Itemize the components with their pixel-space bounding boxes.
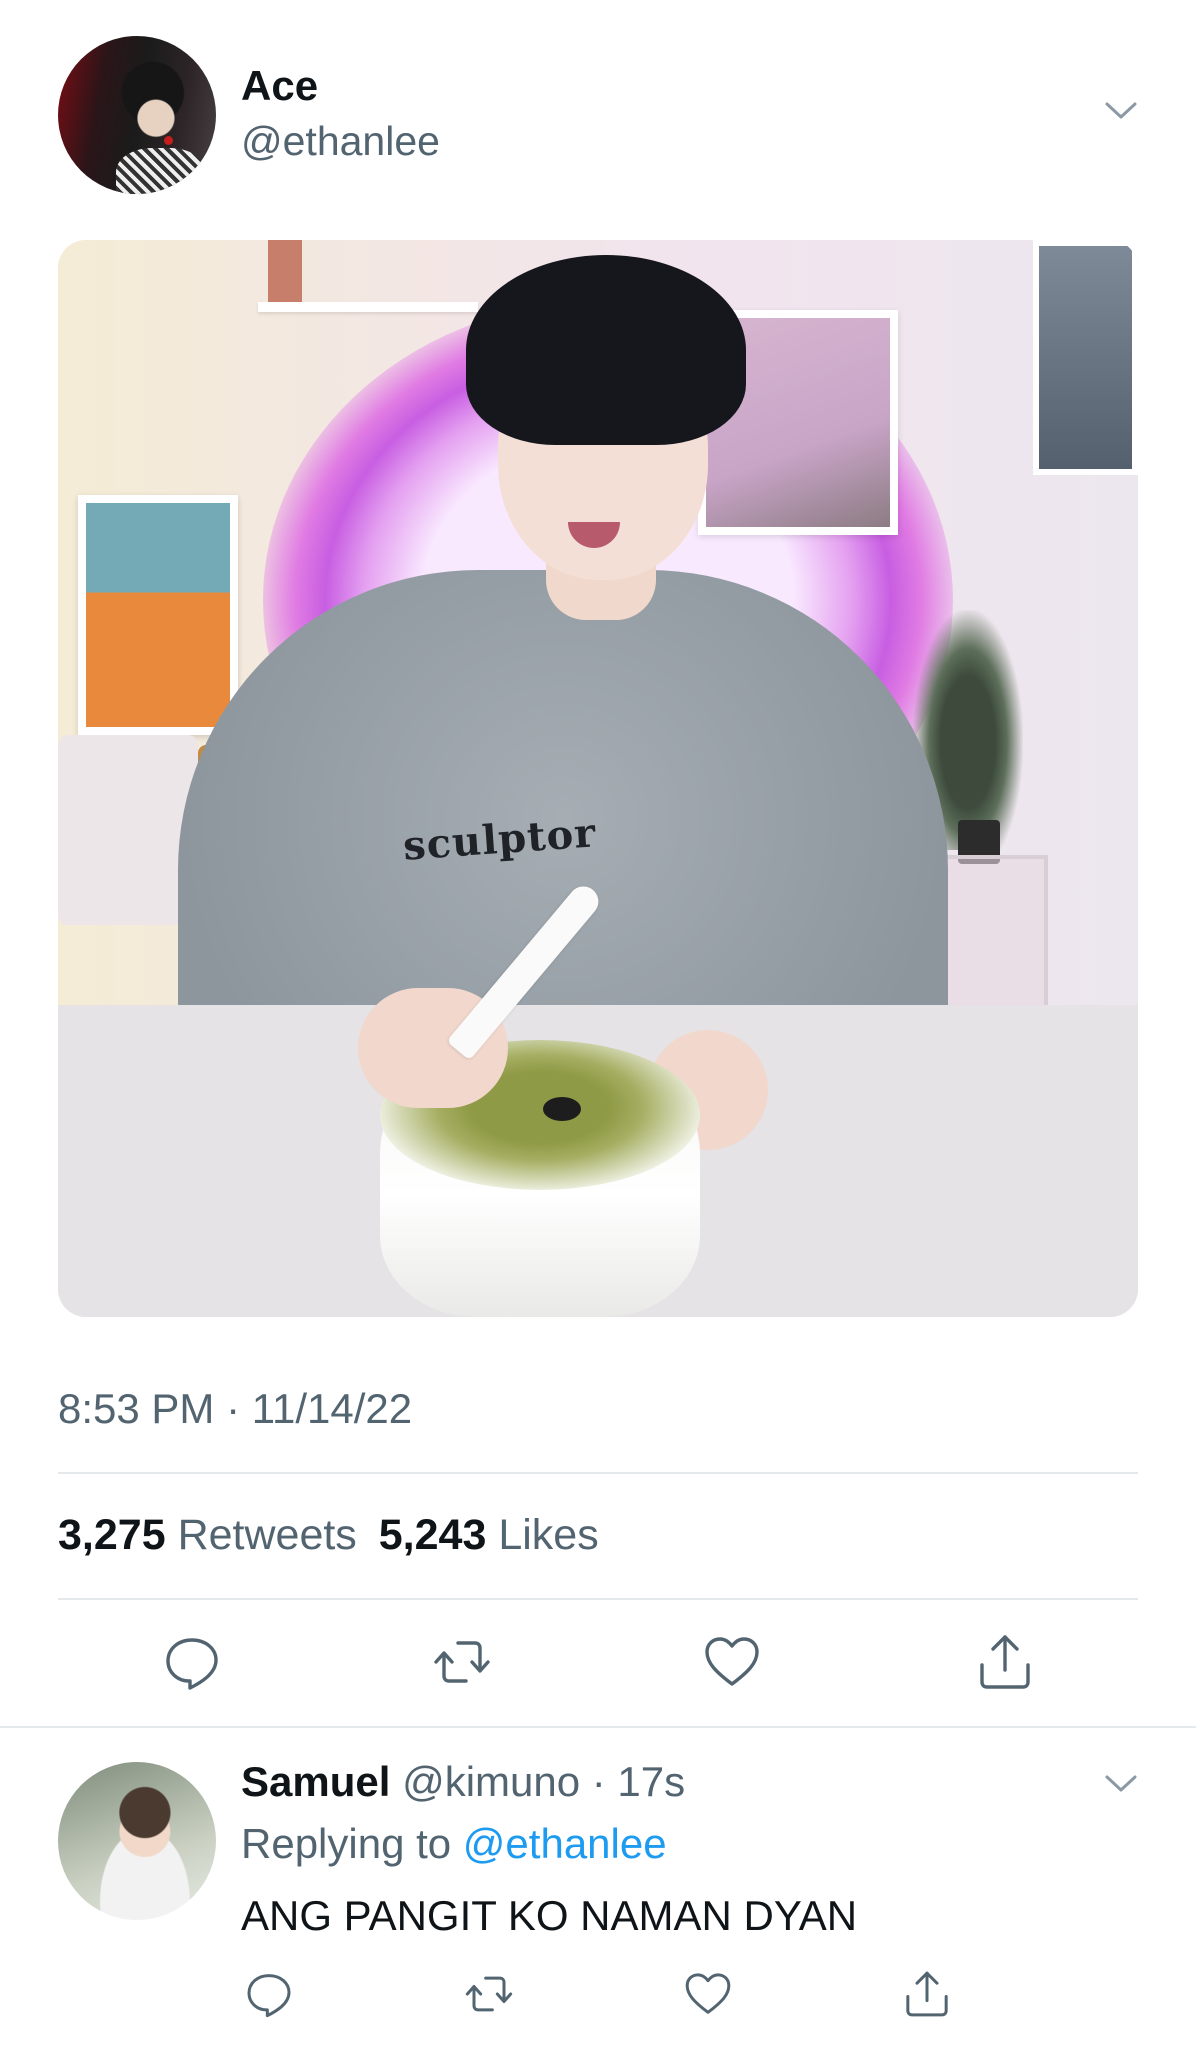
reply-handle-time[interactable]: @kimuno · 17s <box>402 1758 685 1805</box>
retweets-count[interactable]: 3,275 <box>58 1511 166 1559</box>
reply-button[interactable] <box>162 1632 222 1692</box>
chevron-down-icon[interactable] <box>1104 100 1138 122</box>
share-icon <box>980 1635 1030 1689</box>
replying-mention-link[interactable]: @ethanlee <box>463 1820 667 1867</box>
reply-retweet-button[interactable] <box>464 1969 514 2019</box>
author-display-name[interactable]: Ace <box>241 62 318 110</box>
retweets-label[interactable]: Retweets <box>178 1511 357 1559</box>
likes-count[interactable]: 5,243 <box>379 1511 487 1559</box>
reply-like-button[interactable] <box>683 1969 733 2019</box>
author-avatar[interactable] <box>58 36 216 194</box>
author-handle[interactable]: @ethanlee <box>241 118 440 165</box>
chevron-down-icon[interactable] <box>1104 1773 1138 1795</box>
section-divider <box>0 1726 1196 1728</box>
reply-header: Samuel @kimuno · 17s <box>241 1758 685 1806</box>
reply-icon <box>166 1638 218 1690</box>
replying-prefix: Replying to <box>241 1820 452 1867</box>
retweet-icon <box>434 1641 490 1683</box>
replying-to: Replying to @ethanlee <box>241 1820 667 1868</box>
reply-icon <box>247 1974 291 2018</box>
divider <box>58 1472 1138 1474</box>
share-icon <box>906 1971 948 2017</box>
like-icon <box>705 1637 759 1686</box>
divider <box>58 1598 1138 1600</box>
share-button[interactable] <box>975 1632 1035 1692</box>
reply-share-button[interactable] <box>902 1969 952 2019</box>
tweet-stats: 3,275 Retweets 5,243 Likes <box>58 1511 599 1560</box>
like-button[interactable] <box>702 1632 762 1692</box>
reply-author-avatar[interactable] <box>58 1762 216 1920</box>
reply-text: ANG PANGIT KO NAMAN DYAN <box>241 1892 858 1939</box>
retweet-button[interactable] <box>432 1632 492 1692</box>
tweet-timestamp[interactable]: 8:53 PM · 11/14/22 <box>58 1385 412 1433</box>
tweet-photo[interactable]: sculptor <box>58 240 1138 1317</box>
retweet-icon <box>465 1976 513 2012</box>
likes-label[interactable]: Likes <box>498 1511 598 1559</box>
reply-reply-button[interactable] <box>244 1969 294 2019</box>
reply-author-display-name[interactable]: Samuel <box>241 1758 390 1805</box>
like-icon <box>685 1973 731 2014</box>
